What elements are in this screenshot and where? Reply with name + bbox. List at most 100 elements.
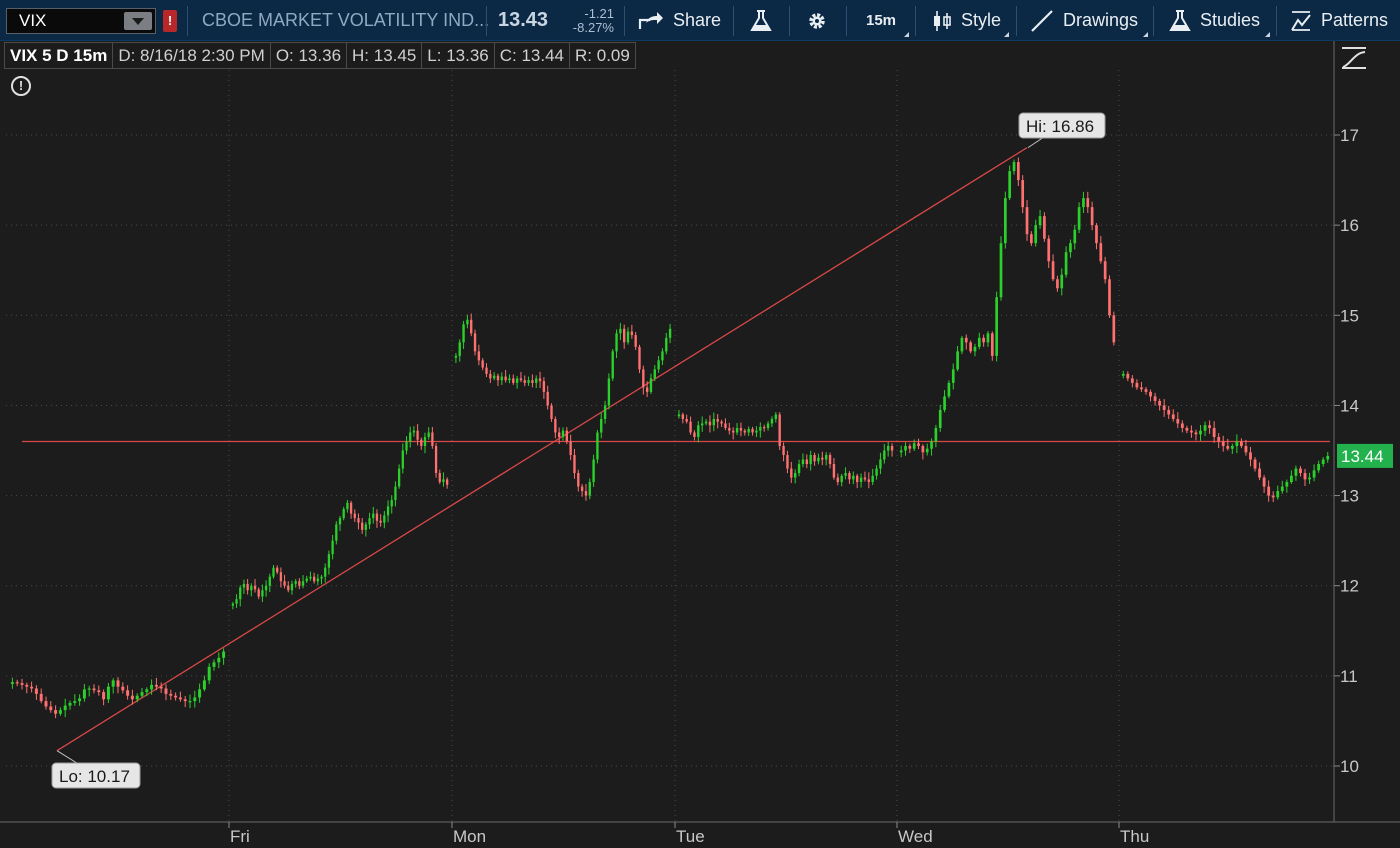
- candle-body: [1208, 425, 1212, 428]
- candle-body: [346, 502, 349, 510]
- candle-body: [774, 414, 778, 419]
- candle-body: [1047, 238, 1051, 262]
- candle-body: [1317, 464, 1321, 471]
- candle-body: [634, 335, 637, 347]
- candle-body: [320, 576, 323, 579]
- candle-body: [1025, 207, 1029, 235]
- trendline[interactable]: [56, 147, 1028, 752]
- candle-body: [1021, 180, 1025, 208]
- y-tick-label: 17: [1340, 126, 1359, 145]
- candle-body: [383, 515, 386, 523]
- candle-body: [268, 576, 271, 586]
- candle-body: [10, 682, 14, 684]
- candle-body: [821, 457, 824, 460]
- candle-body: [349, 502, 353, 514]
- candle-body: [934, 427, 938, 442]
- x-tick-label: Mon: [453, 827, 486, 846]
- candle-body: [178, 697, 182, 700]
- candle-body: [930, 441, 933, 449]
- candle-body: [1221, 441, 1225, 447]
- candle-body: [420, 439, 423, 447]
- candle-body: [832, 464, 836, 478]
- candle-body: [626, 331, 630, 343]
- candle-body: [145, 689, 149, 693]
- candle-body: [1043, 216, 1046, 239]
- candle-body: [1235, 441, 1239, 447]
- price-chart[interactable]: 10 11 12 13 14 15 16 17 Fri Mon Tue Wed Thu Hi: 16.8…: [0, 0, 1400, 848]
- candle-body: [496, 375, 500, 381]
- candle-body: [592, 459, 595, 483]
- candle-body: [1038, 216, 1042, 226]
- candle-body: [1212, 427, 1216, 437]
- candle-body: [943, 396, 946, 410]
- candle-body: [542, 381, 546, 392]
- candle-body: [1203, 425, 1207, 431]
- candle-body: [470, 319, 473, 334]
- candle-body: [917, 443, 920, 447]
- candle-body: [63, 705, 67, 711]
- candle-body: [466, 319, 469, 325]
- candle-body: [1194, 432, 1198, 435]
- candle-body: [813, 455, 816, 462]
- candle-body: [697, 425, 700, 437]
- candle-body: [580, 486, 584, 492]
- candle-body: [1108, 279, 1111, 316]
- candle-body: [193, 697, 197, 702]
- y-tick-label: 13: [1340, 487, 1359, 506]
- candle-body: [1267, 486, 1271, 496]
- candle-body: [848, 473, 851, 480]
- candle-body: [188, 701, 192, 703]
- candle-body: [1308, 477, 1311, 480]
- candle-body: [140, 692, 144, 696]
- candle-body: [828, 455, 832, 465]
- candle-body: [1140, 387, 1143, 390]
- candle-body: [207, 666, 211, 681]
- candle-body: [685, 418, 688, 422]
- candle-body: [600, 418, 603, 433]
- candle-body: [372, 513, 375, 519]
- candle-body: [512, 378, 515, 383]
- candle-body: [557, 432, 561, 437]
- candle-body: [747, 428, 750, 433]
- candle-body: [394, 486, 397, 501]
- candle-body: [92, 688, 96, 691]
- candle-body: [1285, 482, 1289, 487]
- candle-body: [1199, 430, 1202, 435]
- candle-body: [1271, 495, 1275, 498]
- candle-body: [1090, 207, 1094, 226]
- candle-body: [728, 427, 731, 431]
- candle-body: [130, 695, 134, 700]
- candle-body: [261, 590, 264, 597]
- candle-body: [844, 473, 847, 476]
- candle-body: [481, 360, 484, 368]
- candle-body: [668, 328, 672, 338]
- candle-body: [793, 473, 797, 478]
- candle-body: [630, 331, 634, 336]
- candle-body: [1077, 207, 1081, 230]
- candle-body: [154, 684, 158, 687]
- candle-body: [111, 680, 115, 687]
- candle-body: [960, 337, 964, 352]
- candle-body: [331, 540, 334, 555]
- candle-body: [535, 378, 538, 383]
- candle-body: [427, 432, 430, 437]
- candle-body: [416, 430, 419, 440]
- candle-body: [15, 682, 19, 684]
- candle-body: [375, 513, 379, 521]
- candle-body: [390, 500, 393, 507]
- candle-body: [1060, 274, 1064, 289]
- candle-body: [1130, 378, 1134, 383]
- candle-body: [353, 513, 356, 519]
- candle-body: [126, 690, 130, 696]
- candle-body: [335, 524, 338, 541]
- candle-body: [554, 418, 557, 433]
- candle-body: [817, 457, 820, 462]
- candle-body: [982, 337, 985, 343]
- candle-body: [442, 479, 445, 483]
- candle-body: [638, 346, 641, 370]
- candle-body: [1121, 373, 1125, 376]
- candle-body: [283, 581, 286, 586]
- candle-body: [584, 491, 588, 496]
- candle-body: [1162, 405, 1166, 410]
- candle-body: [904, 446, 907, 451]
